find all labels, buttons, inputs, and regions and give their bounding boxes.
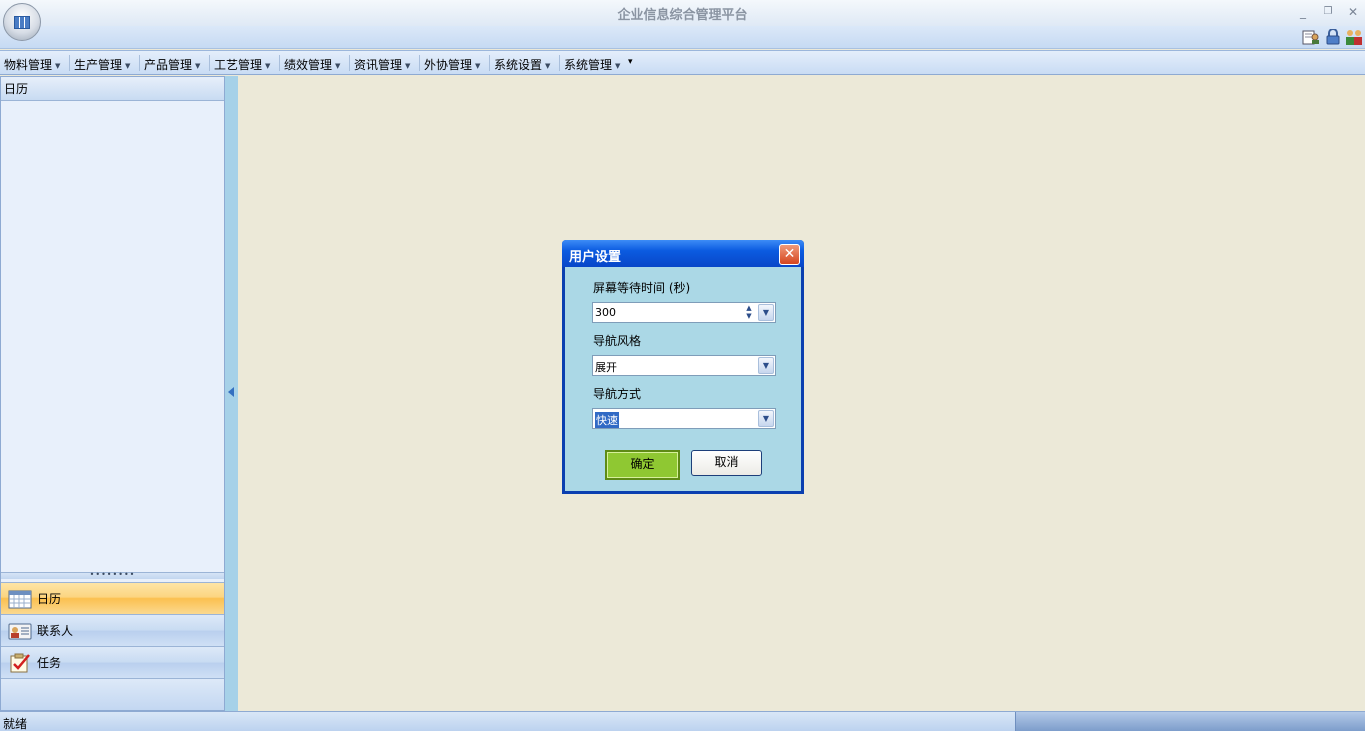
minimize-button[interactable]: _ — [1293, 3, 1313, 21]
nav-mode-label: 导航方式 — [593, 387, 642, 401]
task-checklist-icon — [10, 653, 30, 673]
dialog-close-button[interactable]: ✕ — [779, 244, 800, 265]
lock-icon[interactable] — [1324, 29, 1342, 45]
nav-style-label: 导航风格 — [593, 334, 642, 348]
menu-bar: 物料管理 ▼ 生产管理 ▼ 产品管理 ▼ 工艺管理 ▼ 绩效管理 ▼ 资讯管理 ▼ 外协管理… — [0, 50, 1365, 75]
nav-button-tasks[interactable]: 任务 — [1, 646, 224, 678]
contact-card-icon — [8, 623, 32, 640]
window-title: 企业信息综合管理平台 — [617, 8, 748, 23]
users-icon[interactable] — [1345, 29, 1363, 45]
calendar-icon — [8, 590, 32, 609]
chevron-down-icon: ▼ — [335, 61, 341, 70]
nav-mode-value: 快速 — [595, 412, 619, 428]
menu-separator — [69, 55, 70, 71]
app-menu-button[interactable] — [3, 3, 41, 41]
dialog-body: 屏幕等待时间 (秒) 300 ▲ ▼ ▼ 导航风格 展开 ▼ 导航方式 快速 ▼ … — [565, 267, 801, 491]
menu-separator — [419, 55, 420, 71]
menu-separator — [349, 55, 350, 71]
menu-products[interactable]: 产品管理 ▼ — [144, 56, 200, 73]
chevron-down-icon: ▼ — [265, 61, 271, 70]
screen-timeout-value: 300 — [595, 306, 616, 319]
menu-system-settings[interactable]: 系统设置 ▼ — [494, 56, 550, 73]
app-grid-icon — [14, 15, 30, 29]
menu-separator — [489, 55, 490, 71]
chevron-down-icon: ▼ — [195, 61, 201, 70]
screen-timeout-label: 屏幕等待时间 (秒) — [593, 281, 691, 295]
menu-outsourcing[interactable]: 外协管理 ▼ — [424, 56, 480, 73]
status-bar: 就绪 — [0, 711, 1365, 731]
quick-toolbar — [0, 26, 1365, 49]
restore-button[interactable]: ❐ — [1318, 3, 1338, 21]
menu-overflow-button[interactable]: ▾ — [628, 57, 633, 67]
navigation-pane: 日历 •••••••• 日历 联系人 任务 — [0, 76, 225, 711]
nav-button-label: 任务 — [37, 656, 62, 670]
nav-pane-header: 日历 — [1, 77, 224, 101]
chevron-down-icon: ▼ — [615, 61, 621, 70]
menu-separator — [209, 55, 210, 71]
menu-system-management[interactable]: 系统管理 ▼ — [564, 56, 620, 73]
nav-button-label: 联系人 — [37, 624, 74, 638]
close-button[interactable]: ✕ — [1343, 3, 1363, 21]
chevron-down-icon: ▼ — [405, 61, 411, 70]
chevron-down-icon: ▼ — [545, 61, 551, 70]
chevron-down-icon[interactable]: ▼ — [758, 304, 774, 321]
nav-pane-splitter[interactable]: •••••••• — [1, 571, 224, 579]
chevron-down-icon[interactable]: ▼ — [758, 357, 774, 374]
collapse-left-icon[interactable] — [228, 387, 234, 397]
menu-separator — [279, 55, 280, 71]
status-text: 就绪 — [3, 717, 28, 731]
menu-process[interactable]: 工艺管理 ▼ — [214, 56, 270, 73]
title-bar: 企业信息综合管理平台 _ ❐ ✕ — [0, 0, 1365, 26]
chevron-down-icon: ▼ — [125, 61, 131, 70]
menu-materials[interactable]: 物料管理 ▼ — [4, 56, 60, 73]
chevron-down-icon: ▼ — [55, 61, 61, 70]
nav-collapse-strip[interactable] — [225, 76, 238, 711]
nav-button-calendar[interactable]: 日历 — [1, 582, 224, 614]
document-user-icon[interactable] — [1302, 29, 1320, 45]
nav-button-label: 日历 — [37, 592, 62, 606]
spin-updown-icon[interactable]: ▲ ▼ — [742, 304, 756, 321]
nav-mode-select[interactable]: 快速 ▼ — [592, 408, 776, 429]
nav-pane-footer — [1, 678, 224, 710]
screen-timeout-spinner[interactable]: 300 ▲ ▼ ▼ — [592, 302, 776, 323]
chevron-down-icon[interactable]: ▼ — [758, 410, 774, 427]
menu-separator — [559, 55, 560, 71]
menu-separator — [139, 55, 140, 71]
status-progress-panel — [1015, 712, 1365, 731]
nav-button-contacts[interactable]: 联系人 — [1, 614, 224, 646]
menu-performance[interactable]: 绩效管理 ▼ — [284, 56, 340, 73]
dialog-title: 用户设置 — [562, 240, 804, 267]
chevron-down-icon: ▼ — [475, 61, 481, 70]
menu-news[interactable]: 资讯管理 ▼ — [354, 56, 410, 73]
user-settings-dialog: 用户设置 ✕ 屏幕等待时间 (秒) 300 ▲ ▼ ▼ 导航风格 展开 ▼ 导航方… — [562, 240, 804, 494]
cancel-button[interactable]: 取消 — [691, 450, 762, 476]
ok-button[interactable]: 确定 — [605, 450, 680, 480]
nav-style-value: 展开 — [595, 361, 617, 374]
close-icon: ✕ — [783, 246, 796, 262]
menu-production[interactable]: 生产管理 ▼ — [74, 56, 130, 73]
nav-style-select[interactable]: 展开 ▼ — [592, 355, 776, 376]
